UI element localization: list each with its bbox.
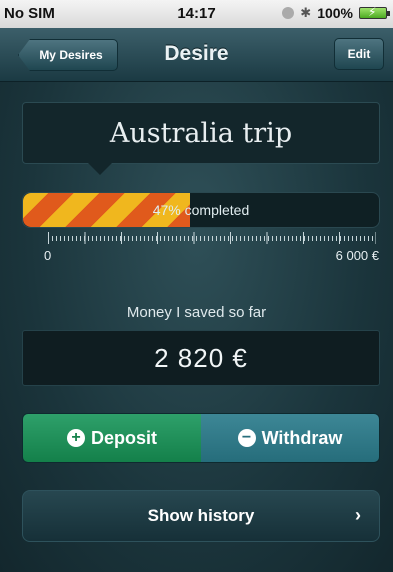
- callout-pointer: [88, 163, 112, 175]
- scale-max-label: 6 000 €: [335, 248, 379, 263]
- scale-min-label: 0: [44, 248, 52, 263]
- progress-scale-ticks: [48, 232, 376, 244]
- chevron-right-icon: ›: [355, 505, 361, 525]
- progress-label: 47% completed: [152, 202, 250, 218]
- bluetooth-icon: ✱: [300, 5, 312, 20]
- saved-amount: 2 820 €: [22, 330, 380, 386]
- minus-circle-icon: −: [237, 429, 256, 447]
- desire-detail: Australia trip 47% completed 0 6 000 € M…: [0, 82, 393, 572]
- charging-bolt-icon: ⚡: [368, 5, 377, 19]
- status-bar: No SIM 14:17 ✱ 100% ⚡: [0, 0, 393, 28]
- battery-percent: 100%: [317, 5, 353, 21]
- orientation-lock-icon: [282, 7, 295, 19]
- show-history-button[interactable]: Show history ›: [22, 490, 380, 542]
- deposit-withdraw-group: + Deposit − Withdraw: [22, 413, 380, 463]
- progress-bar: 47% completed: [22, 192, 380, 228]
- desire-name: Australia trip: [22, 102, 380, 164]
- deposit-button[interactable]: + Deposit: [23, 414, 201, 462]
- saved-label: Money I saved so far: [126, 304, 267, 321]
- navigation-bar: My Desires Desire Edit: [0, 28, 393, 82]
- edit-button[interactable]: Edit: [334, 38, 384, 70]
- show-history-label: Show history: [147, 506, 255, 525]
- status-right: ✱ 100% ⚡: [282, 5, 390, 21]
- plus-circle-icon: +: [66, 429, 85, 447]
- withdraw-button[interactable]: − Withdraw: [201, 414, 379, 462]
- deposit-label: Deposit: [90, 427, 157, 448]
- withdraw-label: Withdraw: [261, 427, 343, 448]
- battery-icon: ⚡: [359, 5, 390, 19]
